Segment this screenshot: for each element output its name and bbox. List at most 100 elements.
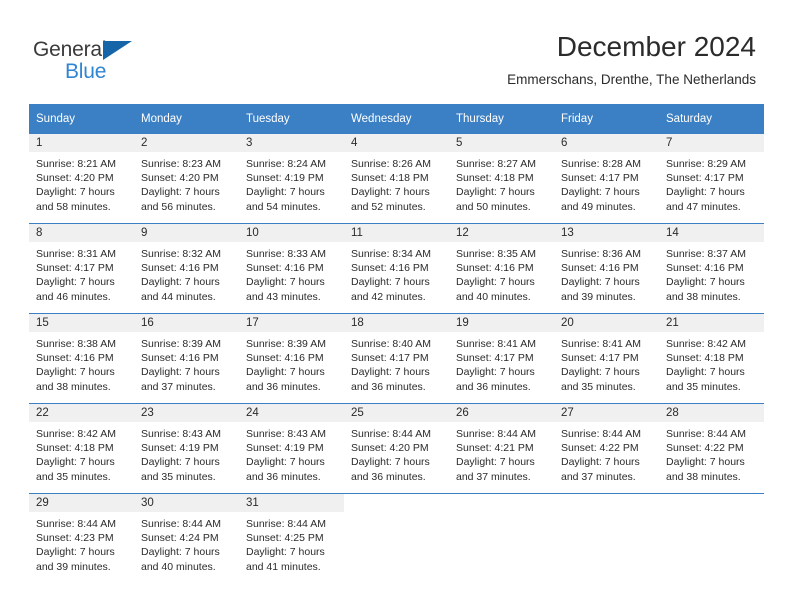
day-cell[interactable]: 8 Sunrise: 8:31 AM Sunset: 4:17 PM Daylight… — [29, 223, 134, 314]
daylight-duration-line2: and 38 minutes. — [666, 290, 741, 303]
day-details: Sunrise: 8:44 AM Sunset: 4:20 PM Daylight:… — [344, 422, 449, 484]
daylight-duration-line2: and 40 minutes. — [456, 290, 531, 303]
sunset-time: Sunset: 4:18 PM — [36, 442, 114, 455]
day-cell[interactable]: 4 Sunrise: 8:26 AM Sunset: 4:18 PM Daylight… — [344, 134, 449, 224]
day-cell[interactable]: 20 Sunrise: 8:41 AM Sunset: 4:17 PM Dayligh… — [554, 313, 659, 404]
day-cell[interactable]: 18 Sunrise: 8:40 AM Sunset: 4:17 PM Dayligh… — [344, 313, 449, 404]
week-row: 1 Sunrise: 8:21 AM Sunset: 4:20 PM Daylight… — [29, 134, 764, 224]
sunrise-time: Sunrise: 8:44 AM — [666, 428, 746, 440]
day-number: 15 — [29, 314, 134, 332]
day-cell[interactable]: 3 Sunrise: 8:24 AM Sunset: 4:19 PM Daylight… — [239, 134, 344, 224]
day-cell[interactable]: 1 Sunrise: 8:21 AM Sunset: 4:20 PM Daylight… — [29, 134, 134, 224]
daylight-duration-line2: and 36 minutes. — [351, 380, 426, 393]
daylight-duration-line2: and 56 minutes. — [141, 200, 216, 213]
daylight-duration-line1: Daylight: 7 hours — [246, 456, 325, 469]
day-details: Sunrise: 8:42 AM Sunset: 4:18 PM Daylight:… — [659, 332, 764, 394]
day-cell[interactable]: 16 Sunrise: 8:39 AM Sunset: 4:16 PM Dayligh… — [134, 313, 239, 404]
day-cell[interactable]: 23 Sunrise: 8:43 AM Sunset: 4:19 PM Dayligh… — [134, 403, 239, 494]
day-cell[interactable]: 15 Sunrise: 8:38 AM Sunset: 4:16 PM Dayligh… — [29, 313, 134, 404]
day-cell[interactable]: 11 Sunrise: 8:34 AM Sunset: 4:16 PM Dayligh… — [344, 223, 449, 314]
daylight-duration-line1: Daylight: 7 hours — [36, 546, 115, 559]
day-number: 11 — [344, 224, 449, 242]
sunset-time: Sunset: 4:18 PM — [351, 172, 429, 185]
sunrise-time: Sunrise: 8:40 AM — [351, 338, 431, 350]
day-cell[interactable]: 10 Sunrise: 8:33 AM Sunset: 4:16 PM Dayligh… — [239, 223, 344, 314]
daylight-duration-line2: and 39 minutes. — [36, 560, 111, 573]
title-block: December 2024 Emmerschans, Drenthe, The … — [507, 30, 756, 90]
daylight-duration-line1: Daylight: 7 hours — [456, 276, 535, 289]
sunset-time: Sunset: 4:16 PM — [246, 262, 324, 275]
day-cell-empty — [449, 493, 554, 583]
day-cell[interactable]: 26 Sunrise: 8:44 AM Sunset: 4:21 PM Dayligh… — [449, 403, 554, 494]
sunset-time: Sunset: 4:20 PM — [141, 172, 219, 185]
page-title: December 2024 — [556, 31, 756, 62]
daylight-duration-line2: and 50 minutes. — [456, 200, 531, 213]
day-cell[interactable]: 24 Sunrise: 8:43 AM Sunset: 4:19 PM Dayligh… — [239, 403, 344, 494]
sunset-time: Sunset: 4:16 PM — [456, 262, 534, 275]
day-number: 12 — [449, 224, 554, 242]
day-number — [344, 494, 449, 512]
weekday-header-thursday: Thursday — [449, 104, 554, 134]
day-details — [344, 512, 449, 517]
day-number: 26 — [449, 404, 554, 422]
day-number: 8 — [29, 224, 134, 242]
day-cell[interactable]: 31 Sunrise: 8:44 AM Sunset: 4:25 PM Dayligh… — [239, 493, 344, 583]
day-cell[interactable]: 22 Sunrise: 8:42 AM Sunset: 4:18 PM Dayligh… — [29, 403, 134, 494]
day-cell[interactable]: 21 Sunrise: 8:42 AM Sunset: 4:18 PM Dayligh… — [659, 313, 764, 404]
daylight-duration-line2: and 47 minutes. — [666, 200, 741, 213]
day-cell[interactable]: 19 Sunrise: 8:41 AM Sunset: 4:17 PM Dayligh… — [449, 313, 554, 404]
daylight-duration-line1: Daylight: 7 hours — [666, 186, 745, 199]
daylight-duration-line1: Daylight: 7 hours — [141, 186, 220, 199]
daylight-duration-line1: Daylight: 7 hours — [456, 366, 535, 379]
sunset-time: Sunset: 4:17 PM — [666, 172, 744, 185]
day-details: Sunrise: 8:39 AM Sunset: 4:16 PM Daylight:… — [134, 332, 239, 394]
day-number: 7 — [659, 134, 764, 152]
day-cell[interactable]: 7 Sunrise: 8:29 AM Sunset: 4:17 PM Daylight… — [659, 134, 764, 224]
day-cell[interactable]: 12 Sunrise: 8:35 AM Sunset: 4:16 PM Dayligh… — [449, 223, 554, 314]
day-cell[interactable]: 6 Sunrise: 8:28 AM Sunset: 4:17 PM Daylight… — [554, 134, 659, 224]
sunset-time: Sunset: 4:16 PM — [141, 262, 219, 275]
calendar-page: General Blue December 2024 Emmerschans, … — [0, 0, 792, 612]
day-cell[interactable]: 13 Sunrise: 8:36 AM Sunset: 4:16 PM Dayligh… — [554, 223, 659, 314]
day-details — [554, 512, 659, 517]
daylight-duration-line1: Daylight: 7 hours — [456, 456, 535, 469]
day-number: 2 — [134, 134, 239, 152]
daylight-duration-line1: Daylight: 7 hours — [351, 276, 430, 289]
sunset-time: Sunset: 4:16 PM — [141, 352, 219, 365]
sunrise-time: Sunrise: 8:41 AM — [456, 338, 536, 350]
daylight-duration-line1: Daylight: 7 hours — [666, 456, 745, 469]
day-cell[interactable]: 2 Sunrise: 8:23 AM Sunset: 4:20 PM Daylight… — [134, 134, 239, 224]
sunset-time: Sunset: 4:22 PM — [666, 442, 744, 455]
day-cell[interactable]: 30 Sunrise: 8:44 AM Sunset: 4:24 PM Dayligh… — [134, 493, 239, 583]
daylight-duration-line2: and 37 minutes. — [141, 380, 216, 393]
sunset-time: Sunset: 4:23 PM — [36, 532, 114, 545]
day-cell[interactable]: 25 Sunrise: 8:44 AM Sunset: 4:20 PM Dayligh… — [344, 403, 449, 494]
sunrise-time: Sunrise: 8:44 AM — [351, 428, 431, 440]
daylight-duration-line1: Daylight: 7 hours — [36, 276, 115, 289]
weekday-header-wednesday: Wednesday — [344, 104, 449, 134]
sunrise-time: Sunrise: 8:41 AM — [561, 338, 641, 350]
day-cell[interactable]: 9 Sunrise: 8:32 AM Sunset: 4:16 PM Daylight… — [134, 223, 239, 314]
daylight-duration-line1: Daylight: 7 hours — [141, 366, 220, 379]
day-number — [449, 494, 554, 512]
day-cell[interactable]: 29 Sunrise: 8:44 AM Sunset: 4:23 PM Dayligh… — [29, 493, 134, 583]
calendar-body: 1 Sunrise: 8:21 AM Sunset: 4:20 PM Daylight… — [29, 134, 764, 583]
sunset-time: Sunset: 4:25 PM — [246, 532, 324, 545]
daylight-duration-line2: and 54 minutes. — [246, 200, 321, 213]
day-cell[interactable]: 27 Sunrise: 8:44 AM Sunset: 4:22 PM Dayligh… — [554, 403, 659, 494]
daylight-duration-line2: and 37 minutes. — [456, 470, 531, 483]
weekday-header-tuesday: Tuesday — [239, 104, 344, 134]
sunset-time: Sunset: 4:20 PM — [351, 442, 429, 455]
day-details: Sunrise: 8:44 AM Sunset: 4:23 PM Daylight:… — [29, 512, 134, 574]
day-cell[interactable]: 14 Sunrise: 8:37 AM Sunset: 4:16 PM Dayligh… — [659, 223, 764, 314]
day-cell[interactable]: 28 Sunrise: 8:44 AM Sunset: 4:22 PM Dayligh… — [659, 403, 764, 494]
daylight-duration-line2: and 37 minutes. — [561, 470, 636, 483]
day-number: 27 — [554, 404, 659, 422]
daylight-duration-line1: Daylight: 7 hours — [246, 276, 325, 289]
day-details: Sunrise: 8:26 AM Sunset: 4:18 PM Daylight:… — [344, 152, 449, 214]
weekday-header-monday: Monday — [134, 104, 239, 134]
day-cell[interactable]: 5 Sunrise: 8:27 AM Sunset: 4:18 PM Daylight… — [449, 134, 554, 224]
daylight-duration-line2: and 35 minutes. — [561, 380, 636, 393]
day-number: 1 — [29, 134, 134, 152]
day-cell[interactable]: 17 Sunrise: 8:39 AM Sunset: 4:16 PM Dayligh… — [239, 313, 344, 404]
